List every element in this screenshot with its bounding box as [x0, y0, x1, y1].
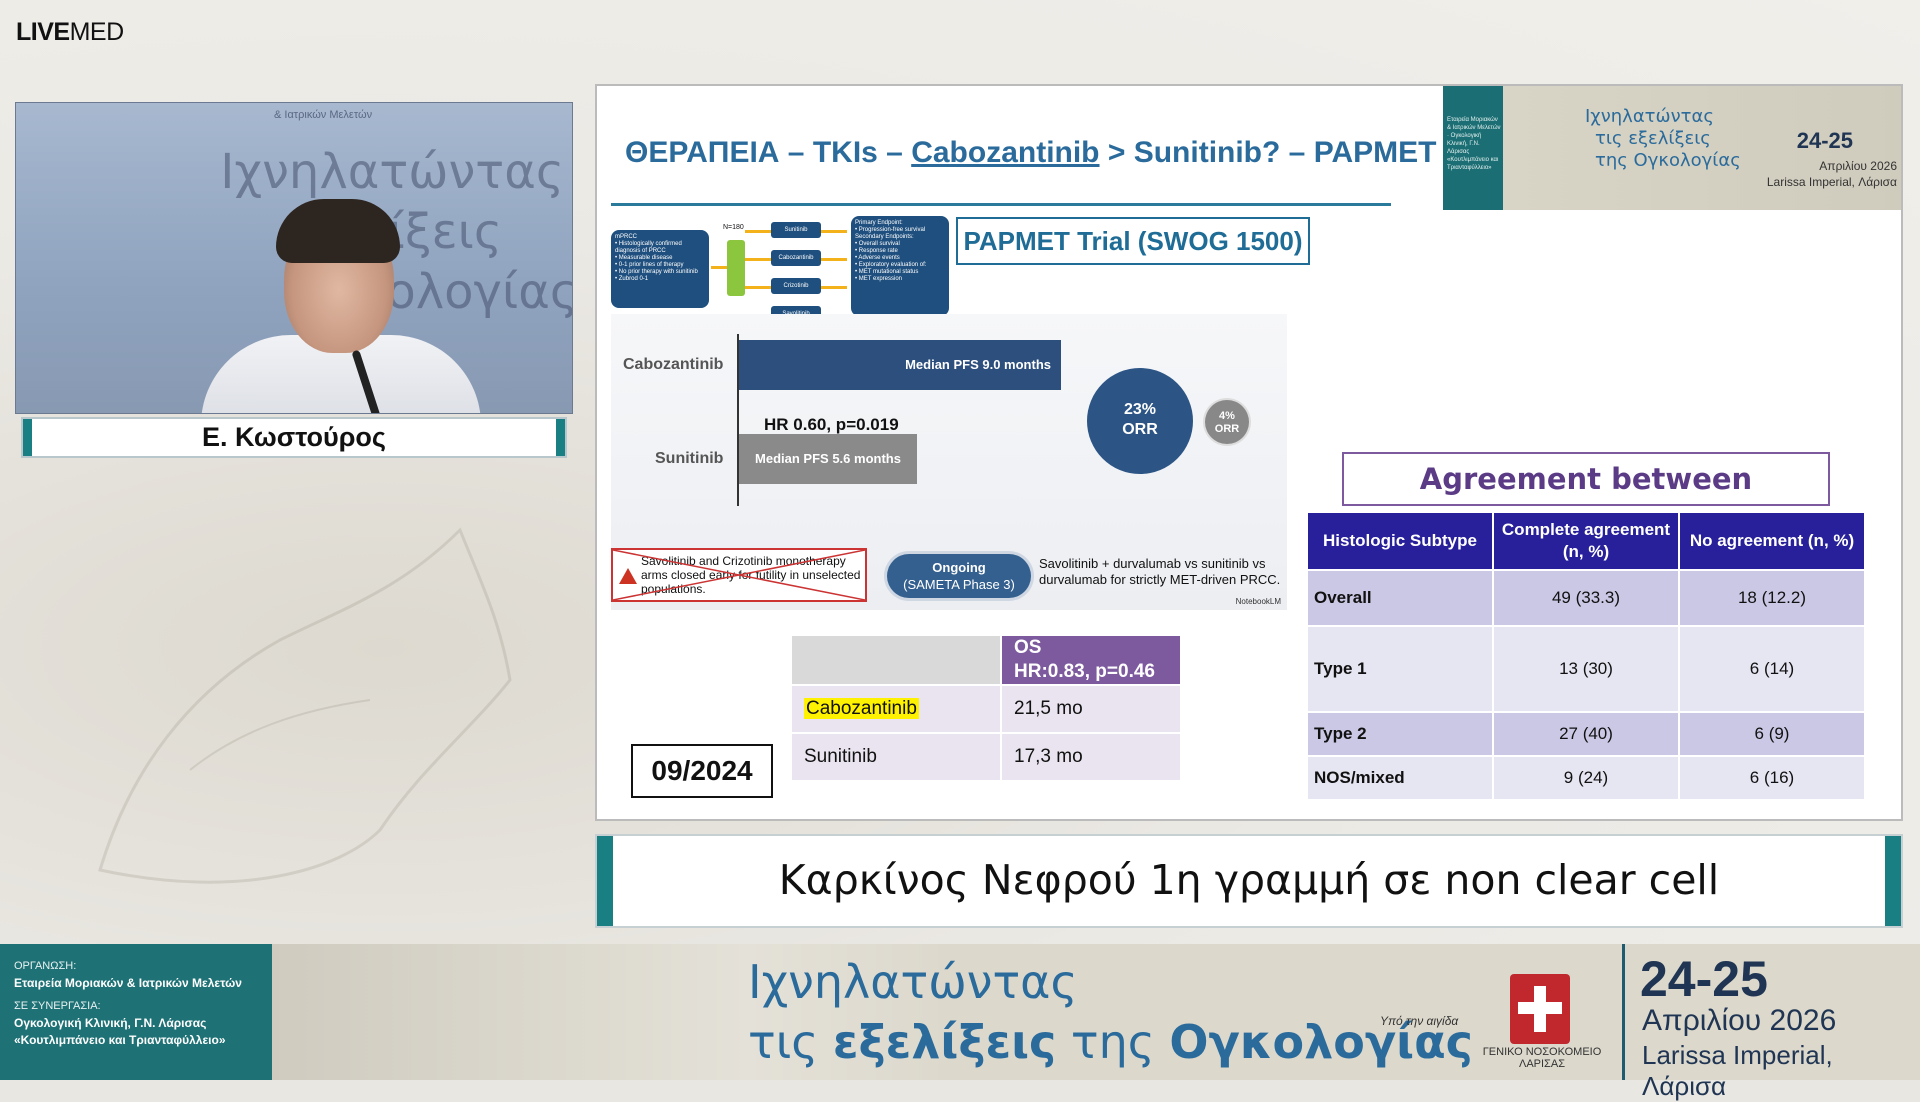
cross-out-lines — [613, 550, 865, 600]
speaker-nameplate: Ε. Κωστούρος — [23, 419, 565, 456]
os-table: OS HR:0.83, p=0.46 Cabozantinib 21,5 mo S… — [790, 634, 1182, 782]
hospital-name: ΓΕΝΙΚΟ ΝΟΣΟΚΟΜΕΙΟ ΛΑΡΙΣΑΣ — [1482, 1046, 1602, 1070]
title-underline-rule — [611, 203, 1391, 206]
closed-arms-note: Savolitinib and Crizotinib monotherapy a… — [611, 548, 867, 602]
event-title: Ιχνηλατώντας τις εξελίξεις της Ογκολογία… — [748, 955, 1473, 1069]
schema-arrow — [745, 230, 771, 233]
subtype-cell: Overall — [1306, 569, 1494, 627]
none-cell: 6 (9) — [1678, 711, 1866, 757]
slide-title: ΘΕΡΑΠΕΙΑ – TKIs – Cabozantinib > Sunitin… — [625, 136, 1437, 169]
trial-schema: mPRCC • Histologically confirmed diagnosi… — [611, 216, 951, 326]
schema-arm-cabozantinib: Cabozantinib — [771, 250, 821, 266]
event-place: Larissa Imperial, Λάρισα — [1642, 1040, 1833, 1101]
event-dates: 24-25 — [1640, 951, 1768, 1007]
pfs-label-sunitinib: Sunitinib — [655, 450, 724, 467]
agreement-table: Histologic Subtype Complete agreement (n… — [1306, 511, 1866, 801]
os-drug-cell: Sunitinib — [790, 732, 1002, 782]
none-cell: 18 (12.2) — [1678, 569, 1866, 627]
subtype-cell: Type 2 — [1306, 711, 1494, 757]
complete-cell: 13 (30) — [1492, 625, 1680, 713]
video-bg-small-text: & Ιατρικών Μελετών — [274, 109, 373, 121]
complete-cell: 9 (24) — [1492, 755, 1680, 801]
horse-sketch-decoration — [98, 527, 512, 884]
none-cell: 6 (16) — [1678, 755, 1866, 801]
schema-endpoints-box: Primary Endpoint: • Progression-free surv… — [851, 216, 949, 316]
schema-eligibility-box: mPRCC • Histologically confirmed diagnosi… — [611, 230, 709, 308]
agreement-header-subtype: Histologic Subtype — [1306, 511, 1494, 571]
schema-arrow — [821, 286, 847, 289]
footer-divider — [1622, 944, 1625, 1080]
ongoing-trial-description: Savolitinib + durvalumab vs sunitinib vs… — [1039, 556, 1281, 587]
pfs-bar-cabozantinib: Median PFS 9.0 months — [739, 340, 1061, 390]
schema-arm-crizotinib: Crizotinib — [771, 278, 821, 294]
os-drug-cell: Cabozantinib — [790, 684, 1002, 734]
subtype-cell: NOS/mixed — [1306, 755, 1494, 801]
speaker-video: & Ιατρικών Μελετών Ιχνηλατώντας εξελίξει… — [15, 102, 573, 414]
agreement-header-none: No agreement (n, %) — [1678, 511, 1866, 571]
schema-arm-sunitinib: Sunitinib — [771, 222, 821, 238]
banner-dates: 24-25 — [1796, 128, 1853, 153]
os-header-blank — [790, 634, 1002, 686]
schema-n: N=180 — [723, 224, 744, 231]
hospital-logo-icon — [1510, 974, 1570, 1044]
speaker-hair — [276, 199, 400, 263]
pfs-summary-panel: Cabozantinib Median PFS 9.0 months HR 0.… — [611, 314, 1287, 610]
subtype-cell: Type 1 — [1306, 625, 1494, 713]
banner-org-text: Εταιρεία Μοριακών & Ιατρικών Μελετών · Ο… — [1447, 117, 1501, 171]
schema-randomization-bar — [727, 240, 745, 296]
orr-sunitinib-bubble: 4% ORR — [1205, 400, 1249, 444]
complete-cell: 49 (33.3) — [1492, 569, 1680, 627]
patronage-label: Υπό την αιγίδα — [1380, 1014, 1459, 1028]
table-row: Type 1 13 (30) 6 (14) — [1306, 625, 1866, 713]
os-header: OS HR:0.83, p=0.46 — [1000, 634, 1182, 686]
schema-arrow — [821, 258, 847, 261]
conference-banner: Εταιρεία Μοριακών & Ιατρικών Μελετών · Ο… — [1443, 86, 1901, 210]
organizers-panel: ΟΡΓΑΝΩΣΗ: Εταιρεία Μοριακών & Ιατρικών Μ… — [0, 944, 272, 1080]
schema-arrow — [821, 230, 847, 233]
video-bg-text-1: Ιχνηλατώντας — [220, 144, 564, 200]
agreement-title: Agreement between pathologists — [1342, 452, 1830, 546]
pfs-hazard-ratio: HR 0.60, p=0.019 — [764, 415, 899, 434]
presentation-slide: ΘΕΡΑΠΕΙΑ – TKIs – Cabozantinib > Sunitin… — [597, 86, 1901, 819]
trial-label: PAPMET Trial (SWOG 1500) — [956, 217, 1310, 265]
pfs-bar-sunitinib: Median PFS 5.6 months — [739, 434, 917, 484]
os-value-cell: 17,3 mo — [1000, 732, 1182, 782]
publication-date-box: 09/2024 — [631, 744, 773, 798]
orr-cabozantinib-bubble: 23% ORR — [1087, 368, 1193, 474]
banner-date-place: Απριλίου 2026 Larissa Imperial, Λάρισα — [1766, 159, 1897, 189]
table-row: Sunitinib 17,3 mo — [790, 732, 1182, 782]
complete-cell: 27 (40) — [1492, 711, 1680, 757]
schema-arrow — [745, 258, 771, 261]
banner-title: Ιχνηλατώντας τις εξελίξεις της Ογκολογία… — [1585, 106, 1741, 171]
schema-arrow — [711, 266, 727, 269]
os-value-cell: 21,5 mo — [1000, 684, 1182, 734]
table-row: Type 2 27 (40) 6 (9) — [1306, 711, 1866, 757]
ongoing-trial-pill: Ongoing (SAMETA Phase 3) — [887, 554, 1031, 598]
session-caption: Καρκίνος Νεφρού 1η γραμμή σε non clear c… — [597, 836, 1901, 926]
schema-arrow — [745, 286, 771, 289]
table-row: NOS/mixed 9 (24) 6 (16) — [1306, 755, 1866, 801]
agreement-header-complete: Complete agreement (n, %) — [1492, 511, 1680, 571]
pfs-label-cabozantinib: Cabozantinib — [623, 356, 724, 373]
event-footer: ΟΡΓΑΝΩΣΗ: Εταιρεία Μοριακών & Ιατρικών Μ… — [0, 944, 1920, 1101]
event-month: Απριλίου 2026 — [1642, 1004, 1837, 1037]
table-row: Overall 49 (33.3) 18 (12.2) — [1306, 569, 1866, 627]
table-row: Cabozantinib 21,5 mo — [790, 684, 1182, 734]
none-cell: 6 (14) — [1678, 625, 1866, 713]
source-credit: NotebookLM — [1235, 597, 1281, 606]
livemed-logo: LIVEMED — [16, 18, 124, 46]
